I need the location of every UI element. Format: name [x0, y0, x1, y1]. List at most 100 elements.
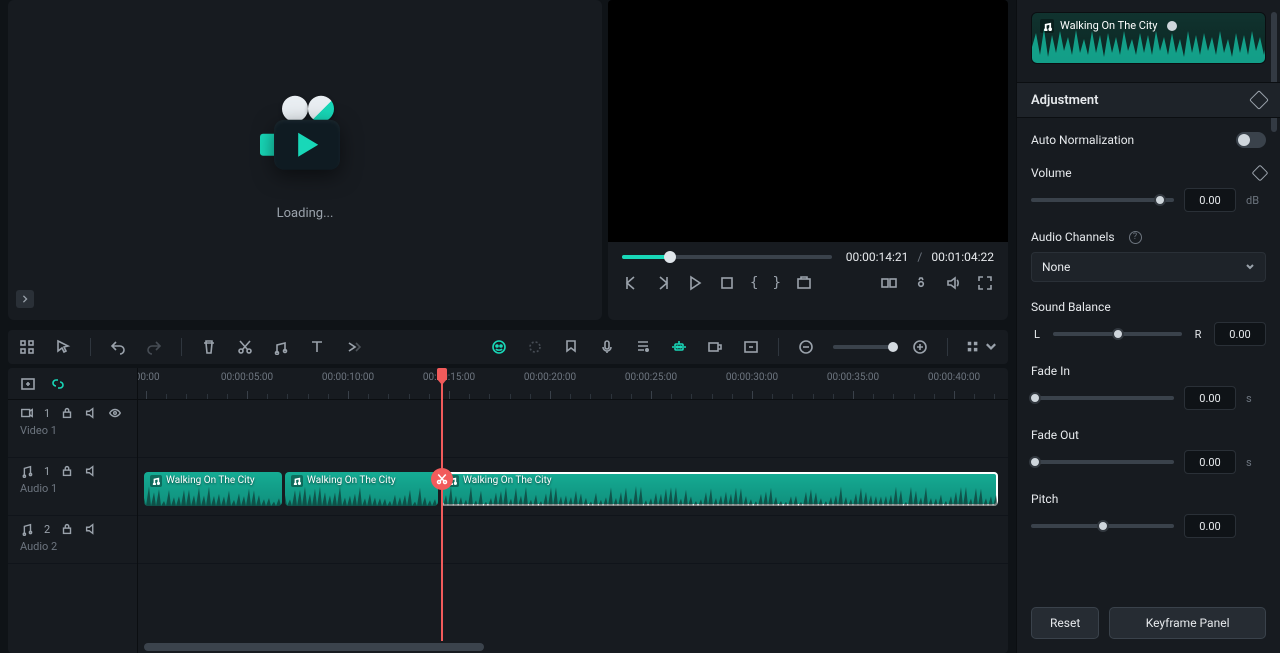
audio-channels-label: Audio Channels — [1031, 230, 1115, 244]
more-tools-button[interactable] — [344, 338, 362, 356]
delete-button[interactable] — [200, 338, 218, 356]
add-track-button[interactable] — [20, 376, 36, 392]
zoom-in-button[interactable] — [911, 338, 929, 356]
text-button[interactable] — [308, 338, 326, 356]
ruler-tick: 00:00:30:00 — [726, 372, 778, 383]
track-index: 1 — [44, 465, 50, 478]
fade-in-label: Fade In — [1031, 364, 1070, 378]
lock-icon[interactable] — [60, 522, 74, 536]
export-frame-button[interactable] — [795, 274, 813, 292]
track-index: 2 — [44, 523, 50, 536]
keyframe-panel-button[interactable]: Keyframe Panel — [1109, 607, 1266, 639]
track-label: Audio 2 — [20, 540, 125, 553]
visibility-icon[interactable] — [108, 406, 122, 420]
audio-channels-select[interactable]: None — [1031, 252, 1266, 282]
preview-scrubber[interactable] — [622, 255, 832, 259]
ruler-tick: 00:00:05:00 — [221, 372, 273, 383]
fade-in-unit: s — [1246, 392, 1266, 405]
timeline-scrollbar[interactable] — [138, 643, 1008, 651]
render-button[interactable] — [706, 338, 724, 356]
lock-icon[interactable] — [60, 406, 74, 420]
ruler-tick: 00:00:25:00 — [625, 372, 677, 383]
preview-viewport[interactable] — [608, 0, 1008, 242]
pointer-button[interactable] — [54, 338, 72, 356]
loading-text: Loading... — [277, 206, 334, 221]
expand-panel-button[interactable] — [16, 290, 34, 308]
volume-keyframe-icon[interactable] — [1252, 165, 1269, 182]
mixdown-button[interactable] — [634, 338, 652, 356]
compare-button[interactable] — [880, 274, 898, 292]
timeline-ruler[interactable]: :00:0000:00:05:0000:00:10:0000:00:15:000… — [138, 368, 1008, 400]
volume-value[interactable]: 0.00 — [1184, 188, 1236, 212]
auto-normalization-toggle[interactable] — [1236, 132, 1266, 148]
lane-video1[interactable] — [138, 400, 1008, 458]
waveform-icon — [285, 484, 438, 506]
mark-out-button[interactable]: } — [772, 275, 780, 291]
reset-button[interactable]: Reset — [1031, 607, 1099, 639]
preview-pane: 00:00:14:21 / 00:01:04:22 { } — [608, 0, 1008, 320]
track-head-video1[interactable]: 1 Video 1 — [8, 400, 137, 458]
stop-button[interactable] — [718, 274, 736, 292]
keyframe-icon[interactable] — [1249, 90, 1269, 110]
audio-clip[interactable]: Walking On The City — [285, 472, 438, 506]
pitch-value[interactable]: 0.00 — [1184, 514, 1236, 538]
link-tracks-button[interactable] — [50, 376, 66, 392]
balance-left-label: L — [1031, 328, 1043, 341]
prev-frame-button[interactable] — [622, 274, 640, 292]
auto-button[interactable] — [670, 338, 688, 356]
waveform-icon — [144, 484, 282, 506]
section-adjustment[interactable]: Adjustment — [1017, 82, 1280, 118]
fullscreen-button[interactable] — [976, 274, 994, 292]
snapshot-button[interactable] — [912, 274, 930, 292]
pitch-slider[interactable] — [1031, 524, 1174, 528]
snap-button[interactable] — [18, 338, 36, 356]
fade-out-value[interactable]: 0.00 — [1184, 450, 1236, 474]
lock-icon[interactable] — [60, 464, 74, 478]
split-indicator-icon[interactable] — [431, 468, 453, 490]
effects-button[interactable] — [526, 338, 544, 356]
audio-channels-value: None — [1042, 260, 1070, 274]
undo-button[interactable] — [109, 338, 127, 356]
track-head-audio1[interactable]: 1 Audio 1 — [8, 458, 137, 516]
track-label: Audio 1 — [20, 482, 125, 495]
zoom-slider[interactable] — [833, 345, 893, 349]
sound-balance-label: Sound Balance — [1031, 300, 1111, 314]
chevron-down-icon — [1245, 262, 1255, 272]
audio-clip[interactable]: Walking On The City — [144, 472, 282, 506]
timeline-view-button[interactable] — [966, 340, 998, 354]
fade-out-slider[interactable] — [1031, 460, 1174, 464]
fade-out-label: Fade Out — [1031, 428, 1079, 442]
mute-icon[interactable] — [84, 522, 98, 536]
ai-button[interactable] — [490, 338, 508, 356]
play-button[interactable] — [686, 274, 704, 292]
volume-slider[interactable] — [1031, 198, 1174, 202]
audio-edit-button[interactable] — [272, 338, 290, 356]
lane-audio1[interactable]: Walking On The CityWalking On The CityWa… — [138, 458, 1008, 516]
sound-balance-slider[interactable] — [1053, 332, 1182, 336]
cut-button[interactable] — [236, 338, 254, 356]
sound-balance-value[interactable]: 0.00 — [1214, 322, 1266, 346]
lane-audio2[interactable] — [138, 516, 1008, 564]
auto-normalization-label: Auto Normalization — [1031, 133, 1134, 147]
marker-button[interactable] — [562, 338, 580, 356]
volume-label: Volume — [1031, 166, 1072, 180]
track-head-audio2[interactable]: 2 Audio 2 — [8, 516, 137, 564]
zoom-out-button[interactable] — [797, 338, 815, 356]
help-icon[interactable]: ? — [1129, 231, 1142, 244]
mute-icon[interactable] — [84, 406, 98, 420]
playhead[interactable] — [441, 368, 443, 641]
mute-icon[interactable] — [84, 464, 98, 478]
balance-right-label: R — [1192, 328, 1204, 341]
mark-in-button[interactable]: { — [750, 275, 758, 291]
fade-in-slider[interactable] — [1031, 396, 1174, 400]
audio-clip[interactable]: Walking On The City — [441, 472, 998, 506]
chevron-down-icon — [984, 340, 998, 354]
volume-button[interactable] — [944, 274, 962, 292]
fullframe-button[interactable] — [742, 338, 760, 356]
voiceover-button[interactable] — [598, 338, 616, 356]
redo-button[interactable] — [145, 338, 163, 356]
next-frame-button[interactable] — [654, 274, 672, 292]
media-pane: Loading... — [8, 0, 602, 320]
fade-in-value[interactable]: 0.00 — [1184, 386, 1236, 410]
selected-clip-preview[interactable]: Walking On The City — [1031, 12, 1266, 64]
